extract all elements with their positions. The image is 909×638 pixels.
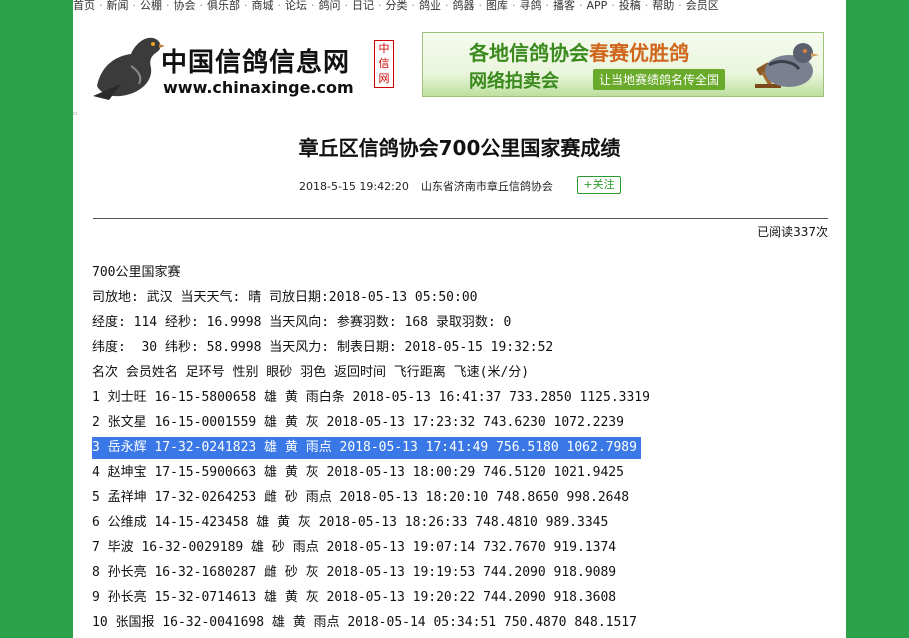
logo-url: www.chinaxinge.com [163,78,354,97]
result-row: 7 毕波 16-32-0029189 雄 砂 雨点 2018-05-13 19:… [92,540,617,555]
result-row: 1 刘士旺 16-15-5800658 雄 黄 雨白条 2018-05-13 1… [92,390,650,405]
pigeon-icon [765,43,819,87]
nav-separator: · [277,0,282,12]
nav-item[interactable]: 图库 [486,0,508,12]
result-row: 6 公维成 14-15-423458 雄 黄 灰 2018-05-13 18:2… [92,515,609,530]
nav-item[interactable]: 会员区 [686,0,719,12]
nav-item[interactable]: 日记 [352,0,374,12]
race-info-line: 司放地: 武汉 当天天气: 晴 司放日期:2018-05-13 05:50:00 [92,290,478,305]
site-badge: 中信网 [374,40,394,88]
nav-item[interactable]: 公棚 [140,0,162,12]
ad-line1: 各地信鸽协会春赛优胜鸽 [469,37,689,66]
nav-separator: · [166,0,170,12]
nav-separator: · [478,0,483,12]
follow-button[interactable]: +关注 [577,176,621,194]
ad-line2: 网络拍卖会 [469,71,559,92]
marker-dot: ▫ [73,110,78,117]
nav-separator: · [678,0,682,12]
nav-separator: · [244,0,248,12]
ad-line1-a: 各地信鸽协会 [469,41,589,65]
race-info-line: 纬度: 30 纬秒: 58.9998 当天风力: 制表日期: 2018-05-1… [92,340,554,355]
nav-item[interactable]: 寻鸽 [520,0,542,12]
nav-separator: · [99,0,103,12]
result-row: 4 赵坤宝 17-15-5900663 雄 黄 灰 2018-05-13 18:… [92,465,624,480]
nav-separator: · [378,0,382,12]
article-title: 章丘区信鸽协会700公里国家赛成绩 [298,136,621,160]
nav-item[interactable]: 协会 [174,0,196,12]
nav-separator: · [579,0,583,12]
divider [93,218,828,219]
result-row: 10 张国报 16-32-0041698 雄 黄 雨点 2018-05-14 0… [92,615,637,630]
page: 首页 · 新闻 · 公棚 · 协会 · 俱乐部 · 商城 · 论坛 · 鸽问 · 日记 · 分类 · 鸽业 · 鸽器 · 图库 ·… [73,0,846,638]
nav-separator: · [411,0,416,12]
nav-item[interactable]: 播客 [553,0,575,12]
article-meta: 2018-5-15 19:42:20 山东省济南市章丘信鸽协会 [299,178,553,194]
nav-separator: · [445,0,449,12]
result-row: 9 孙长亮 15-32-0714613 雄 黄 灰 2018-05-13 19:… [92,590,617,605]
nav-item[interactable]: 鸽业 [419,0,441,12]
site-logo[interactable]: 中国信鸽信息网 www.chinaxinge.com [91,26,361,104]
race-heading: 700公里国家赛 [92,265,181,280]
result-row: 5 孟祥坤 17-32-0264253 雌 砂 雨点 2018-05-13 18… [92,490,630,505]
nav-item[interactable]: 俱乐部 [207,0,240,12]
nav-item[interactable]: 论坛 [285,0,307,12]
nav-separator: · [611,0,615,12]
result-row: 3 岳永辉 17-32-0241823 雄 黄 雨点 2018-05-13 17… [92,437,641,459]
nav-item[interactable]: 投稿 [619,0,641,12]
article-date: 2018-5-15 19:42:20 [299,180,409,193]
nav-separator: · [545,0,550,12]
article-source[interactable]: 山东省济南市章丘信鸽协会 [421,180,553,193]
top-nav: 首页 · 新闻 · 公棚 · 协会 · 俱乐部 · 商城 · 论坛 · 鸽问 · 日记 · 分类 · 鸽业 · 鸽器 · 图库 ·… [73,0,846,12]
nav-item[interactable]: 鸽问 [319,0,341,12]
race-info-line: 经度: 114 经秒: 16.9998 当天风向: 参赛羽数: 168 录取羽数… [92,315,512,330]
ad-tag: 让当地赛绩鸽名传全国 [593,69,726,90]
ad-line1-b: 春赛优胜鸽 [589,41,689,65]
pigeon-logo-icon [93,37,165,100]
nav-separator: · [512,0,516,12]
nav-separator: · [344,0,349,12]
nav-item[interactable]: 新闻 [107,0,129,12]
nav-item[interactable]: 商城 [252,0,274,12]
nav-separator: · [644,0,649,12]
logo-title: 中国信鸽信息网 [161,48,351,78]
ad-banner[interactable]: 各地信鸽协会春赛优胜鸽 网络拍卖会 让当地赛绩鸽名传全国 [422,32,824,97]
nav-item[interactable]: 首页 [73,0,95,12]
read-count: 已阅读337次 [757,225,828,239]
result-row: 2 张文星 16-15-0001559 雄 黄 灰 2018-05-13 17:… [92,415,624,430]
nav-separator: · [199,0,204,12]
nav-item[interactable]: 鸽器 [453,0,475,12]
nav-item[interactable]: APP [587,0,608,12]
nav-item[interactable]: 帮助 [652,0,674,12]
nav-separator: · [132,0,137,12]
nav-item[interactable]: 分类 [386,0,408,12]
result-row: 8 孙长亮 16-32-1680287 雌 砂 灰 2018-05-13 19:… [92,565,617,580]
results-header: 名次 会员姓名 足环号 性别 眼砂 羽色 返回时间 飞行距离 飞速(米/分) [92,365,530,380]
nav-separator: · [311,0,315,12]
